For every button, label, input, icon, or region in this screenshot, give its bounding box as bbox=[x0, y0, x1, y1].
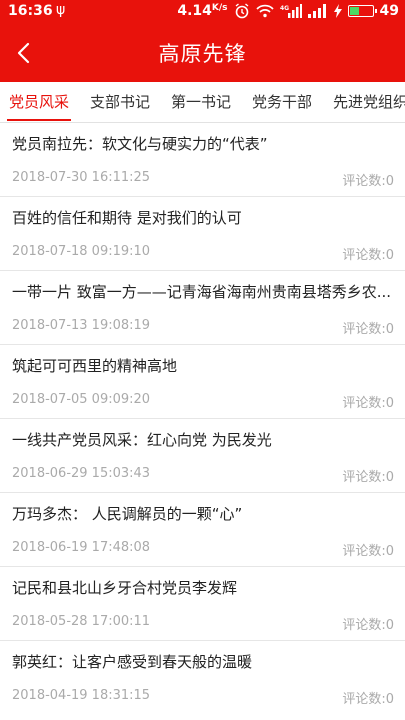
article-title: 一带一片 致富一方——记青海省海南州贵南县塔秀乡农... bbox=[12, 283, 392, 301]
article-list: 党员南拉先：软文化与硬实力的“代表” 2018-07-30 16:11:25 评… bbox=[0, 123, 405, 715]
page-title: 高原先锋 bbox=[158, 42, 247, 66]
comment-count: 评论数:0 bbox=[342, 544, 394, 559]
article-date: 2018-04-19 18:31:15 bbox=[12, 688, 151, 703]
comment-count: 评论数:0 bbox=[342, 396, 394, 411]
status-bar: 16:36 ψ 4.14K/s 4G 49 bbox=[0, 0, 405, 24]
article-date: 2018-07-18 09:19:10 bbox=[12, 244, 151, 259]
article-title: 一线共产党员风采：红心向党 为民发光 bbox=[12, 431, 272, 449]
article-date: 2018-07-30 16:11:25 bbox=[12, 170, 151, 185]
network-speed: 4.14K/s bbox=[177, 3, 227, 19]
comment-count: 评论数:0 bbox=[342, 174, 394, 189]
tab-party-cadres[interactable]: 党务干部 bbox=[252, 82, 312, 122]
battery-percent: 49 bbox=[379, 3, 399, 19]
app-header: 高原先锋 bbox=[0, 24, 405, 82]
comment-count: 评论数:0 bbox=[342, 618, 394, 633]
signal-4g-icon: 4G bbox=[280, 4, 302, 18]
usb-icon: ψ bbox=[56, 2, 66, 18]
article-date: 2018-05-28 17:00:11 bbox=[12, 614, 151, 629]
list-item[interactable]: 筑起可可西里的精神高地 2018-07-05 09:09:20 评论数:0 bbox=[0, 345, 405, 419]
clock: 16:36 bbox=[8, 3, 53, 19]
tab-party-member-style[interactable]: 党员风采 bbox=[6, 82, 72, 122]
article-date: 2018-07-05 09:09:20 bbox=[12, 392, 151, 407]
comment-count: 评论数:0 bbox=[342, 322, 394, 337]
list-item[interactable]: 万玛多杰： 人民调解员的一颗“心” 2018-06-19 17:48:08 评论… bbox=[0, 493, 405, 567]
network-speed-value: 4.14 bbox=[177, 3, 212, 19]
list-item[interactable]: 郭英红：让客户感受到春天般的温暖 2018-04-19 18:31:15 评论数… bbox=[0, 641, 405, 715]
article-date: 2018-07-13 19:08:19 bbox=[12, 318, 151, 333]
tab-advanced-organization[interactable]: 先进党组织 bbox=[333, 82, 405, 122]
tab-first-secretary[interactable]: 第一书记 bbox=[171, 82, 231, 122]
signal-icon bbox=[307, 4, 326, 18]
article-title: 记民和县北山乡牙合村党员李发辉 bbox=[12, 579, 238, 597]
list-item[interactable]: 百姓的信任和期待 是对我们的认可 2018-07-18 09:19:10 评论数… bbox=[0, 197, 405, 271]
article-title: 党员南拉先：软文化与硬实力的“代表” bbox=[12, 135, 268, 153]
comment-count: 评论数:0 bbox=[342, 248, 394, 263]
battery-icon bbox=[347, 5, 377, 17]
list-item[interactable]: 党员南拉先：软文化与硬实力的“代表” 2018-07-30 16:11:25 评… bbox=[0, 123, 405, 197]
charging-icon bbox=[333, 4, 342, 18]
article-date: 2018-06-29 15:03:43 bbox=[12, 466, 151, 481]
battery-fill bbox=[349, 7, 360, 15]
article-title: 筑起可可西里的精神高地 bbox=[12, 357, 178, 375]
article-title: 郭英红：让客户感受到春天般的温暖 bbox=[12, 653, 253, 671]
list-item[interactable]: 记民和县北山乡牙合村党员李发辉 2018-05-28 17:00:11 评论数:… bbox=[0, 567, 405, 641]
status-icons: 4.14K/s 4G 49 bbox=[177, 3, 399, 19]
wifi-icon bbox=[255, 4, 274, 18]
category-tabs: 党员风采 支部书记 第一书记 党务干部 先进党组织 bbox=[0, 82, 405, 123]
comment-count: 评论数:0 bbox=[342, 470, 394, 485]
network-speed-unit: K/s bbox=[211, 3, 228, 13]
list-item[interactable]: 一带一片 致富一方——记青海省海南州贵南县塔秀乡农... 2018-07-13 … bbox=[0, 271, 405, 345]
article-title: 百姓的信任和期待 是对我们的认可 bbox=[12, 209, 242, 227]
list-item[interactable]: 一线共产党员风采：红心向党 为民发光 2018-06-29 15:03:43 评… bbox=[0, 419, 405, 493]
signal-network-label: 4G bbox=[280, 5, 289, 12]
article-date: 2018-06-19 17:48:08 bbox=[12, 540, 151, 555]
tab-branch-secretary[interactable]: 支部书记 bbox=[90, 82, 150, 122]
comment-count: 评论数:0 bbox=[342, 692, 394, 707]
article-title: 万玛多杰： 人民调解员的一颗“心” bbox=[12, 505, 243, 523]
alarm-icon bbox=[235, 3, 248, 19]
